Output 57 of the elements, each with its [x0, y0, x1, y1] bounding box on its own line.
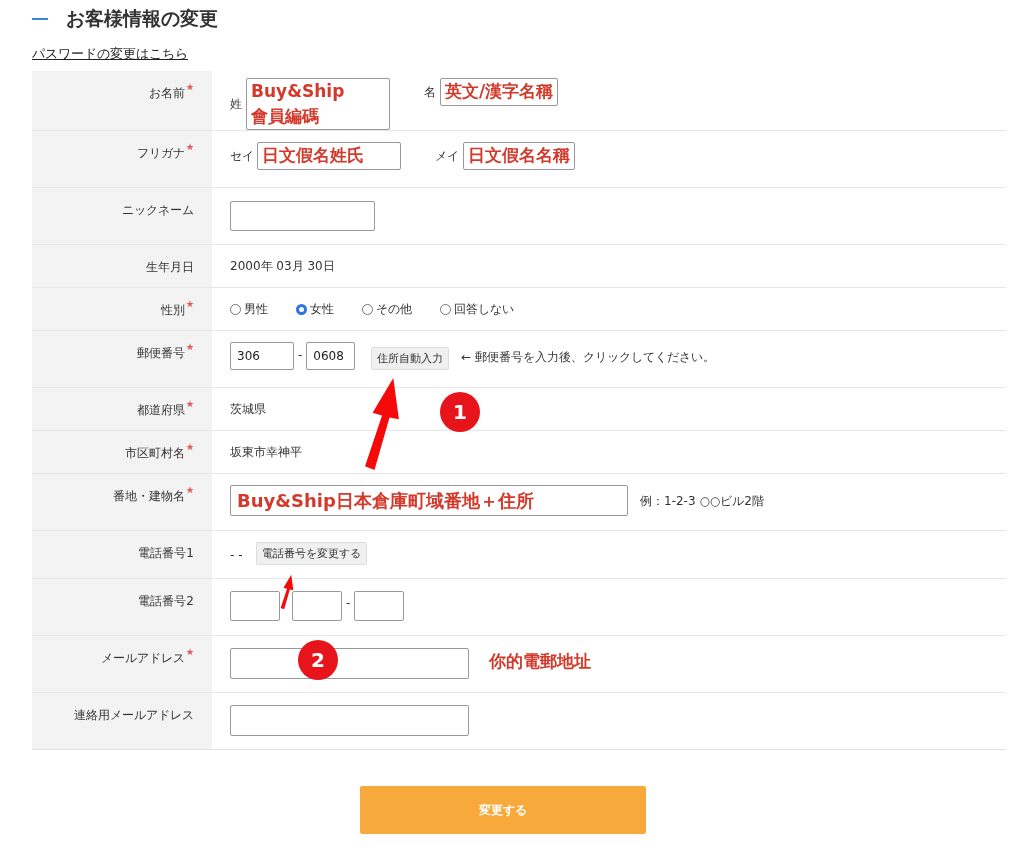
field-prefix: セイ	[230, 147, 254, 165]
text-field[interactable]: 英文/漢字名稱	[440, 78, 559, 106]
radio-icon[interactable]	[440, 303, 451, 315]
field-value: 英文/漢字名稱	[445, 80, 554, 103]
text-field[interactable]: 0608	[306, 342, 356, 370]
text-field[interactable]: Buy&Ship 會員編碼	[246, 78, 390, 130]
text-field[interactable]	[230, 201, 375, 231]
field-label: 郵便番号	[137, 345, 185, 362]
page-title: お客様情報の変更	[66, 6, 218, 31]
field-label: 生年月日	[146, 259, 194, 276]
text-field[interactable]	[354, 591, 405, 621]
radio-option[interactable]: 男性	[230, 300, 268, 318]
field-value: 茨城県	[230, 400, 266, 418]
text-field[interactable]: 日文假名名稱	[463, 142, 575, 170]
field-label: 連絡用メールアドレス	[74, 707, 194, 724]
radio-option[interactable]: 女性	[296, 300, 334, 318]
text-field[interactable]	[230, 591, 280, 621]
password-link[interactable]: パスワードの変更はこちら	[32, 46, 188, 63]
text-field[interactable]	[292, 591, 342, 621]
number-badge: 2	[298, 640, 338, 680]
hint-text: 例：1-2-3 ○○ビル2階	[640, 493, 764, 510]
number-badge: 1	[440, 392, 480, 432]
field-prefix: メイ	[435, 147, 459, 165]
radio-option[interactable]: 回答しない	[440, 300, 514, 318]
text-field[interactable]: 日文假名姓氏	[257, 142, 401, 170]
text-field[interactable]	[230, 705, 469, 736]
field-label: ニックネーム	[122, 202, 194, 219]
field-value: 日文假名姓氏	[262, 144, 365, 167]
field-label: 電話番号2	[138, 593, 194, 610]
field-label: お名前	[149, 85, 185, 102]
field-label: 電話番号1	[138, 545, 194, 562]
text-field[interactable]: 306	[230, 342, 294, 370]
field-label: フリガナ	[137, 145, 185, 162]
field-label: 番地・建物名	[113, 488, 185, 505]
field-label: メールアドレス	[101, 650, 185, 667]
field-label: 都道府県	[137, 402, 185, 419]
field-value: 2000年 03月 30日	[230, 257, 335, 275]
arrow-icon	[362, 376, 402, 472]
field-value: 日文假名名稱	[468, 144, 570, 167]
field-prefix: 姓	[230, 95, 242, 113]
radio-icon[interactable]	[362, 303, 373, 315]
field-value: 坂東市幸神平	[230, 443, 302, 461]
field-value: Buy&Ship 會員編碼	[251, 80, 346, 128]
radio-icon[interactable]	[296, 303, 307, 315]
field-prefix: 名	[424, 83, 436, 101]
radio-icon[interactable]	[230, 303, 241, 315]
text-field[interactable]: Buy&Ship日本倉庫町域番地＋住所	[230, 485, 628, 516]
field-label: 市区町村名	[125, 445, 185, 462]
separator-text: -	[346, 596, 351, 610]
annotation-text: 你的電郵地址	[489, 650, 591, 673]
auto-fill-button[interactable]: 住所自動入力	[371, 347, 450, 370]
field-value: - -	[230, 547, 243, 562]
radio-option[interactable]: その他	[362, 300, 412, 318]
hint-text: ← 郵便番号を入力後、クリックしてください。	[461, 349, 716, 366]
separator-text: -	[298, 348, 303, 362]
change-phone-button[interactable]: 電話番号を変更する	[256, 542, 368, 565]
field-label: 性別	[161, 302, 185, 319]
